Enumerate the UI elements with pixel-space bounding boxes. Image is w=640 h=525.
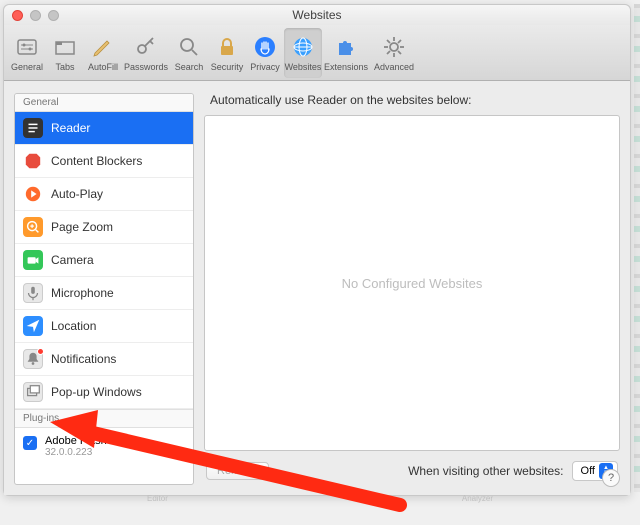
notification-badge — [37, 348, 44, 355]
plugin-name: Adobe Flash Player — [45, 435, 141, 447]
key-icon — [133, 34, 159, 60]
tab-tabs[interactable]: Tabs — [46, 28, 84, 78]
tab-passwords[interactable]: Passwords — [122, 28, 170, 78]
tab-label: Extensions — [324, 62, 368, 72]
tab-privacy[interactable]: Privacy — [246, 28, 284, 78]
tab-general[interactable]: General — [8, 28, 46, 78]
puzzle-icon — [333, 34, 359, 60]
pencil-icon — [90, 34, 116, 60]
tab-websites[interactable]: Websites — [284, 28, 322, 78]
popup-icon — [23, 382, 43, 402]
websites-list[interactable]: No Configured Websites — [204, 115, 620, 451]
sidebar-item-page-zoom[interactable]: Page Zoom — [15, 211, 193, 244]
sidebar-item-notifications[interactable]: Notifications — [15, 343, 193, 376]
window-title: Websites — [4, 8, 630, 22]
select-value: Off — [581, 465, 595, 477]
help-button[interactable]: ? — [602, 469, 620, 487]
sidebar: General Reader Content Blockers Auto-Pla… — [14, 93, 194, 485]
sidebar-item-camera[interactable]: Camera — [15, 244, 193, 277]
sidebar-item-content-blockers[interactable]: Content Blockers — [15, 145, 193, 178]
sidebar-item-label: Reader — [51, 121, 90, 135]
main-heading: Automatically use Reader on the websites… — [204, 93, 620, 115]
lock-icon — [214, 34, 240, 60]
sidebar-item-reader[interactable]: Reader — [15, 112, 193, 145]
tab-extensions[interactable]: Extensions — [322, 28, 370, 78]
tab-label: Tabs — [55, 62, 74, 72]
tab-label: General — [11, 62, 43, 72]
visiting-label: When visiting other websites: — [408, 464, 563, 478]
microphone-icon — [23, 283, 43, 303]
gear-icon — [381, 34, 407, 60]
camera-icon — [23, 250, 43, 270]
preferences-toolbar: General Tabs AutoFill Passwords Search S… — [4, 25, 630, 81]
tab-security[interactable]: Security — [208, 28, 246, 78]
location-icon — [23, 316, 43, 336]
plugin-item-flash[interactable]: ✓ Adobe Flash Player 32.0.0.223 — [15, 428, 193, 465]
sidebar-item-label: Content Blockers — [51, 154, 142, 168]
footer-row: Remove When visiting other websites: Off… — [204, 451, 620, 485]
tab-autofill[interactable]: AutoFill — [84, 28, 122, 78]
bell-icon — [23, 349, 43, 369]
plugin-version: 32.0.0.223 — [45, 447, 141, 458]
reader-icon — [23, 118, 43, 138]
stop-icon — [23, 151, 43, 171]
sidebar-item-label: Camera — [51, 253, 94, 267]
tab-label: AutoFill — [88, 62, 118, 72]
sidebar-item-location[interactable]: Location — [15, 310, 193, 343]
tab-label: Privacy — [250, 62, 280, 72]
content-area: General Reader Content Blockers Auto-Pla… — [4, 81, 630, 495]
tab-search[interactable]: Search — [170, 28, 208, 78]
play-icon — [23, 184, 43, 204]
tab-advanced[interactable]: Advanced — [370, 28, 418, 78]
section-header-general: General — [15, 94, 193, 112]
plugin-checkbox[interactable]: ✓ — [23, 436, 37, 450]
zoom-icon — [23, 217, 43, 237]
sidebar-item-label: Auto-Play — [51, 187, 103, 201]
sidebar-item-autoplay[interactable]: Auto-Play — [15, 178, 193, 211]
tab-label: Security — [211, 62, 244, 72]
sidebar-item-popup[interactable]: Pop-up Windows — [15, 376, 193, 409]
sidebar-item-label: Pop-up Windows — [51, 385, 142, 399]
sidebar-item-label: Page Zoom — [51, 220, 113, 234]
remove-button[interactable]: Remove — [206, 462, 269, 480]
section-header-plugins: Plug-ins — [15, 409, 193, 428]
sidebar-item-label: Notifications — [51, 352, 116, 366]
titlebar: Websites — [4, 5, 630, 25]
background-labels: Editor Analyzer — [0, 494, 640, 502]
background-window-edge — [634, 4, 640, 492]
sidebar-item-microphone[interactable]: Microphone — [15, 277, 193, 310]
main-panel: Automatically use Reader on the websites… — [204, 93, 620, 485]
slider-icon — [14, 34, 40, 60]
tab-label: Passwords — [124, 62, 168, 72]
tab-label: Websites — [285, 62, 322, 72]
preferences-window: Websites General Tabs AutoFill Passwords… — [3, 4, 631, 496]
empty-state: No Configured Websites — [342, 276, 483, 291]
sidebar-item-label: Microphone — [51, 286, 114, 300]
globe-icon — [290, 34, 316, 60]
sidebar-item-label: Location — [51, 319, 96, 333]
tab-label: Advanced — [374, 62, 414, 72]
search-icon — [176, 34, 202, 60]
tabs-icon — [52, 34, 78, 60]
hand-icon — [252, 34, 278, 60]
tab-label: Search — [175, 62, 204, 72]
